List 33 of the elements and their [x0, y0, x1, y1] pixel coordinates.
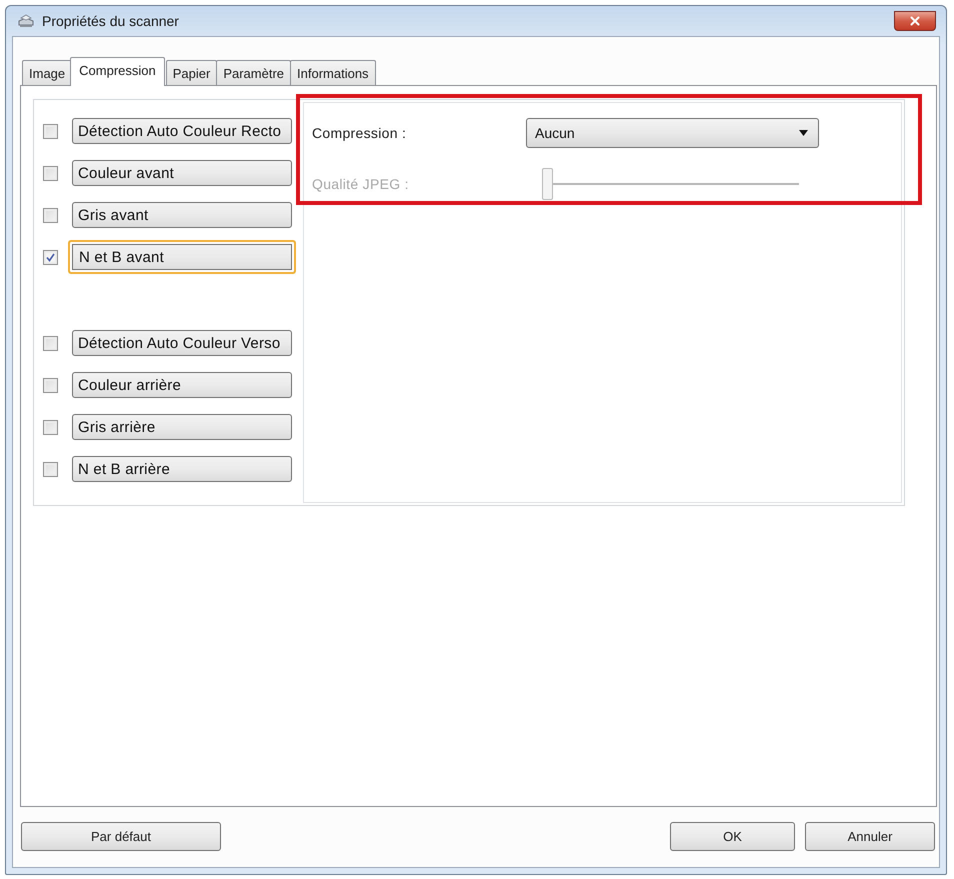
option-button[interactable]: Détection Auto Couleur Verso	[72, 330, 292, 356]
option-button[interactable]: Gris arrière	[72, 414, 292, 440]
tick-icon	[46, 252, 55, 262]
tab[interactable]: Image	[22, 60, 72, 85]
option-button[interactable]: N et B avant	[68, 240, 296, 274]
window-title: Propriétés du scanner	[42, 13, 179, 29]
ok-button[interactable]: OK	[670, 822, 795, 851]
compression-dropdown[interactable]: Aucun	[526, 118, 819, 148]
option-button[interactable]: Couleur arrière	[72, 372, 292, 398]
option-button[interactable]: Couleur avant	[72, 160, 292, 186]
option-button[interactable]: Détection Auto Couleur Recto	[72, 118, 292, 144]
tab[interactable]: Paramètre	[216, 60, 292, 85]
compression-label: Compression :	[312, 125, 408, 141]
checkbox[interactable]	[43, 462, 58, 476]
close-icon	[910, 16, 920, 26]
checkbox[interactable]	[43, 250, 58, 264]
scanner-icon	[17, 12, 35, 30]
checkbox[interactable]	[43, 166, 58, 180]
checkbox[interactable]	[43, 378, 58, 392]
default-button[interactable]: Par défaut	[21, 822, 221, 851]
option-button[interactable]: Gris avant	[72, 202, 292, 228]
close-button[interactable]	[894, 11, 936, 31]
checkbox[interactable]	[43, 208, 58, 222]
cancel-button[interactable]: Annuler	[805, 822, 935, 851]
tab[interactable]: Compression	[70, 57, 165, 86]
checkbox[interactable]	[43, 124, 58, 138]
checkbox[interactable]	[43, 420, 58, 434]
jpeg-quality-label: Qualité JPEG :	[312, 176, 410, 192]
tab[interactable]: Informations	[290, 60, 376, 85]
option-button[interactable]: N et B arrière	[72, 456, 292, 482]
checkbox[interactable]	[43, 336, 58, 350]
caret-icon	[799, 130, 808, 136]
tab[interactable]: Papier	[166, 60, 218, 85]
